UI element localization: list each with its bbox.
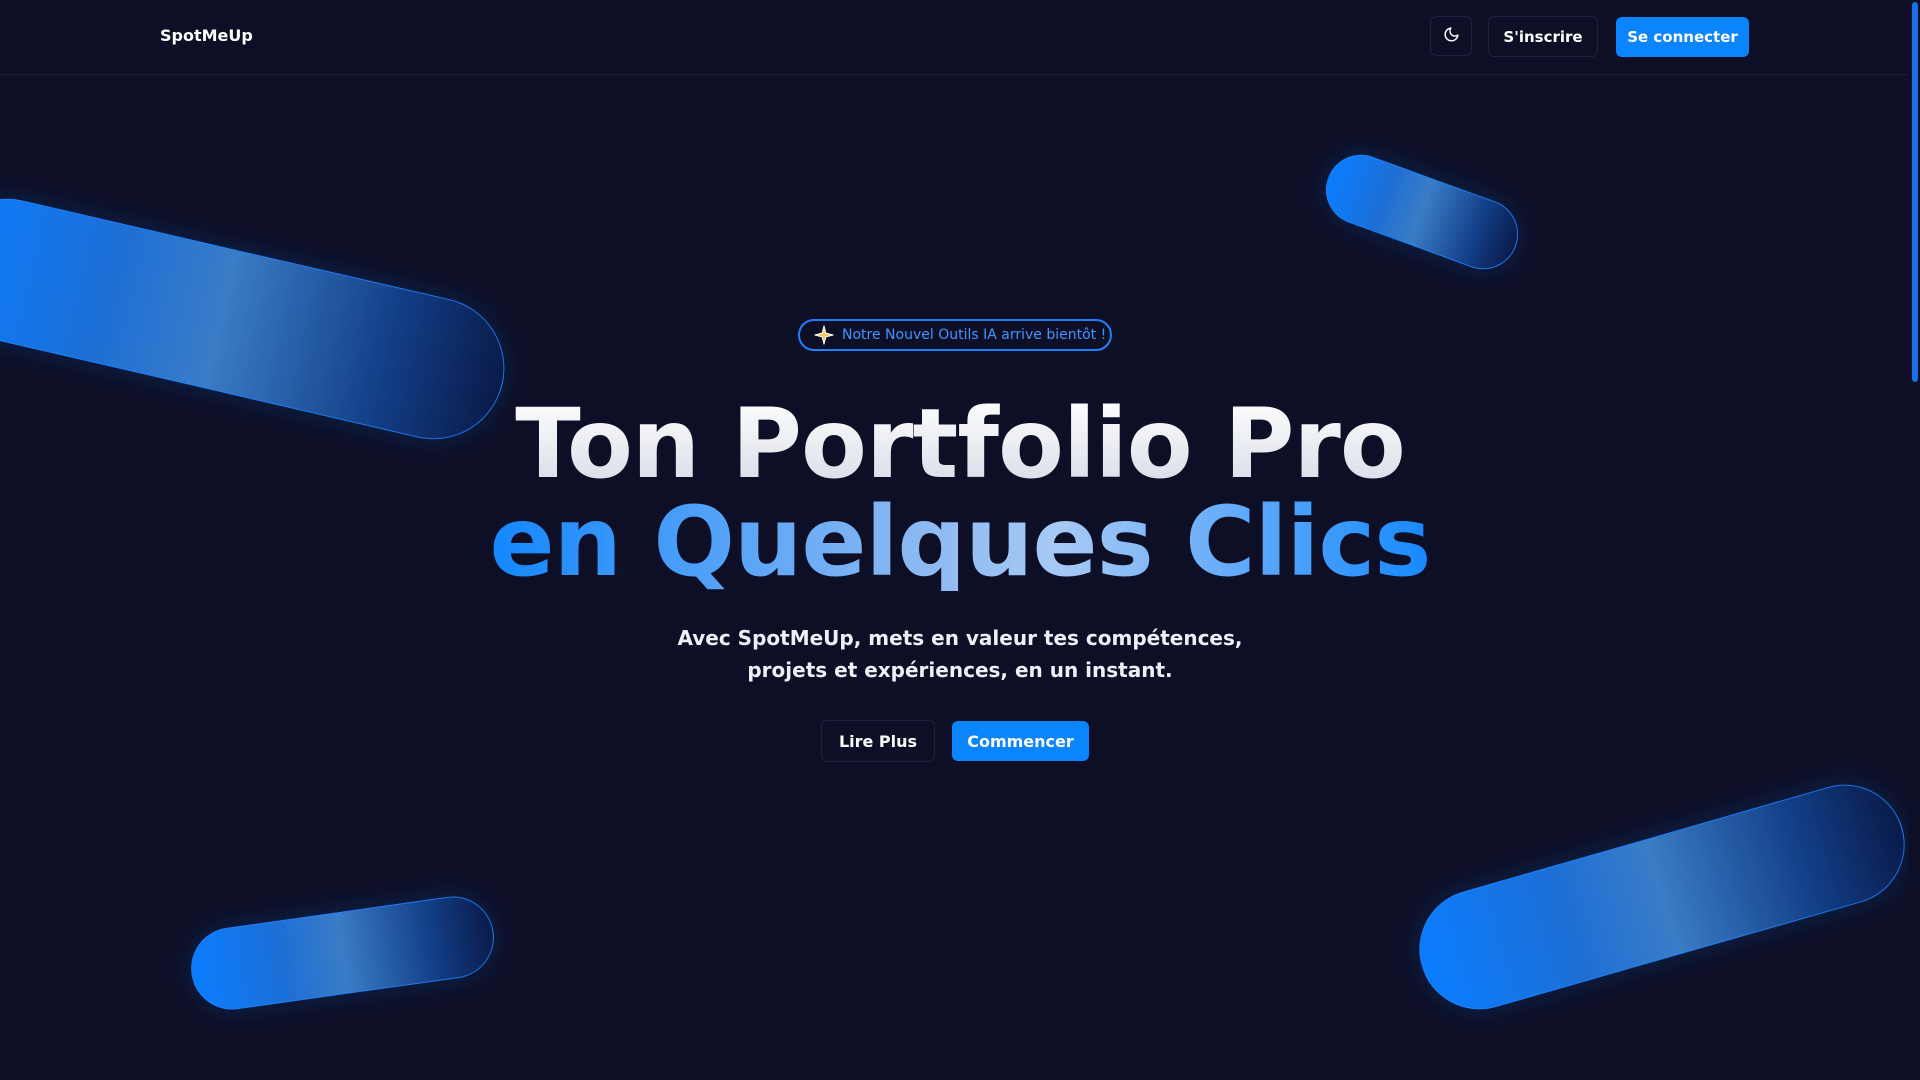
hero-subtitle-line2: projets et expériences, en un instant.: [747, 658, 1173, 682]
decorative-pill-top-right: [1316, 144, 1528, 280]
announcement-text: Notre Nouvel Outils IA arrive bientôt !: [842, 327, 1107, 343]
hero-subtitle-line1: Avec SpotMeUp, mets en valeur tes compét…: [677, 626, 1243, 650]
announcement-badge[interactable]: Notre Nouvel Outils IA arrive bientôt !: [798, 319, 1112, 351]
signup-button[interactable]: S'inscrire: [1488, 16, 1598, 57]
theme-toggle-button[interactable]: [1430, 16, 1472, 56]
hero-title-line2: en Quelques Clics: [460, 493, 1460, 591]
top-navbar: SpotMeUp S'inscrire Se connecter: [0, 0, 1908, 75]
sparkle-icon: [814, 325, 834, 345]
brand-logo-link[interactable]: SpotMeUp: [160, 26, 253, 45]
scrollbar-thumb[interactable]: [1912, 2, 1918, 382]
hero-title: Ton Portfolio Pro en Quelques Clics: [460, 395, 1460, 591]
decorative-pill-top-left: [0, 184, 519, 454]
hero-subtitle: Avec SpotMeUp, mets en valeur tes compét…: [660, 622, 1260, 686]
page-scrollbar[interactable]: [1908, 0, 1920, 1080]
moon-icon: [1443, 26, 1460, 46]
landing-page: SpotMeUp S'inscrire Se connecter Notre N…: [0, 0, 1920, 1080]
get-started-button[interactable]: Commencer: [952, 721, 1089, 761]
decorative-pill-bottom-left: [185, 891, 500, 1015]
hero-title-line1: Ton Portfolio Pro: [460, 395, 1460, 493]
login-button[interactable]: Se connecter: [1616, 17, 1749, 57]
decorative-pill-bottom-right: [1405, 770, 1919, 1024]
read-more-button[interactable]: Lire Plus: [821, 720, 935, 762]
